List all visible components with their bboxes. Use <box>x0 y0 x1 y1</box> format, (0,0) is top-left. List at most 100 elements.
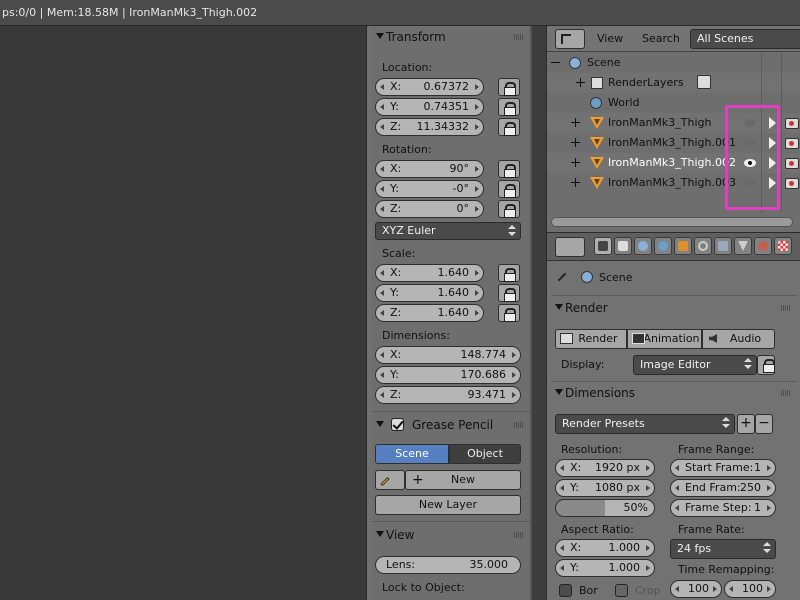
location-label: Location: <box>382 61 433 74</box>
drag-grip-icon[interactable] <box>781 305 791 311</box>
frame-step-field[interactable]: Frame Step: 1 <box>670 499 776 517</box>
crop-checkbox[interactable] <box>615 584 628 597</box>
render-presets-dropdown[interactable]: Render Presets <box>555 414 735 434</box>
collapse-triangle-icon <box>376 421 384 427</box>
aspect-y-field[interactable]: Y: 1.000 <box>555 559 655 577</box>
render-panel-header[interactable]: Render <box>551 297 797 319</box>
transform-panel-header[interactable]: Transform <box>372 26 530 48</box>
drag-grip-icon[interactable] <box>781 390 791 396</box>
expand-icon[interactable] <box>571 178 580 187</box>
view-panel-header[interactable]: View <box>372 524 530 546</box>
time-remap-new-field[interactable]: 100 <box>724 580 776 598</box>
scene-icon <box>581 271 593 283</box>
lock-location-x-icon[interactable] <box>498 78 520 96</box>
properties-header <box>547 233 800 261</box>
collapse-icon[interactable] <box>551 58 560 67</box>
grease-new-button[interactable]: + New <box>405 470 521 490</box>
scale-x-field[interactable]: X: 1.640 <box>375 264 484 282</box>
outliner-row-renderlayers[interactable]: RenderLayers <box>547 73 800 93</box>
start-frame-field[interactable]: Start Frame: 1 <box>670 459 776 477</box>
location-y-field[interactable]: Y: 0.74351 <box>375 98 484 116</box>
end-frame-field[interactable]: End Fram: 250 <box>670 479 776 497</box>
expand-icon[interactable] <box>571 158 580 167</box>
display-lock-icon[interactable] <box>757 355 775 375</box>
lens-field[interactable]: Lens: 35.000 <box>375 556 521 574</box>
rotation-y-field[interactable]: Y: -0° <box>375 180 484 198</box>
lock-rotation-z-icon[interactable] <box>498 200 520 218</box>
new-layer-button[interactable]: New Layer <box>375 495 521 515</box>
add-preset-button[interactable]: + <box>737 414 755 434</box>
editor-type-selector[interactable] <box>555 29 585 49</box>
view-menu[interactable]: View <box>597 32 623 45</box>
renderlayers-tab-icon[interactable] <box>614 237 632 255</box>
outliner-horizontal-scrollbar[interactable] <box>551 217 793 227</box>
animation-button[interactable]: Animation <box>627 329 702 349</box>
search-menu[interactable]: Search <box>642 32 680 45</box>
rotation-x-field[interactable]: X: 90° <box>375 160 484 178</box>
lock-scale-z-icon[interactable] <box>498 304 520 322</box>
expand-icon[interactable] <box>571 138 580 147</box>
rotation-z-field[interactable]: Z: 0° <box>375 200 484 218</box>
display-mode-dropdown[interactable]: All Scenes <box>690 29 800 49</box>
rotation-mode-dropdown[interactable]: XYZ Euler <box>375 222 521 240</box>
lock-location-z-icon[interactable] <box>498 118 520 136</box>
divider <box>372 521 530 522</box>
scene-tab-icon[interactable] <box>634 237 652 255</box>
material-tab-icon[interactable] <box>754 237 772 255</box>
grease-pencil-checkbox[interactable] <box>391 418 404 431</box>
mesh-object-icon <box>590 137 604 149</box>
column-divider <box>781 53 782 213</box>
expand-icon[interactable] <box>576 78 585 87</box>
lock-rotation-y-icon[interactable] <box>498 180 520 198</box>
remove-preset-button[interactable]: − <box>755 414 773 434</box>
render-camera-icon[interactable] <box>785 178 799 189</box>
lock-scale-x-icon[interactable] <box>498 264 520 282</box>
aspect-x-field[interactable]: X: 1.000 <box>555 539 655 557</box>
drag-grip-icon[interactable] <box>514 532 524 538</box>
render-camera-icon[interactable] <box>785 118 799 129</box>
dimensions-x-field[interactable]: X: 148.774 <box>375 346 521 364</box>
render-button[interactable]: Render <box>555 329 627 349</box>
drag-grip-icon[interactable] <box>514 34 524 40</box>
modifiers-tab-icon[interactable] <box>714 237 732 255</box>
texture-tab-icon[interactable] <box>774 237 792 255</box>
grease-pencil-panel-header[interactable]: Grease Pencil <box>372 414 530 436</box>
display-dropdown[interactable]: Image Editor <box>633 355 757 375</box>
grease-scene-button[interactable]: Scene <box>375 444 449 464</box>
outliner-row-scene[interactable]: Scene <box>547 53 800 73</box>
lock-rotation-x-icon[interactable] <box>498 160 520 178</box>
scale-z-field[interactable]: Z: 1.640 <box>375 304 484 322</box>
mesh-object-icon <box>590 157 604 169</box>
dimensions-panel-header[interactable]: Dimensions <box>551 382 797 404</box>
location-z-field[interactable]: Z: 11.34332 <box>375 118 484 136</box>
expand-icon[interactable] <box>571 118 580 127</box>
time-remap-old-field[interactable]: 100 <box>670 580 722 598</box>
lock-location-y-icon[interactable] <box>498 98 520 116</box>
editor-type-selector[interactable] <box>555 237 585 257</box>
dimensions-y-field[interactable]: Y: 170.686 <box>375 366 521 384</box>
audio-button[interactable]: Audio <box>702 329 775 349</box>
dimensions-z-field[interactable]: Z: 93.471 <box>375 386 521 404</box>
lock-scale-y-icon[interactable] <box>498 284 520 302</box>
dimensions-label: Dimensions: <box>382 329 450 342</box>
pin-icon[interactable] <box>557 271 567 283</box>
drag-grip-icon[interactable] <box>514 422 524 428</box>
border-checkbox[interactable] <box>559 584 572 597</box>
render-tab-icon[interactable] <box>594 237 612 255</box>
object-tab-icon[interactable] <box>674 237 692 255</box>
frame-rate-dropdown[interactable]: 24 fps <box>670 539 776 559</box>
3d-viewport[interactable] <box>0 26 366 600</box>
data-tab-icon[interactable] <box>734 237 752 255</box>
resolution-percent-slider[interactable]: 50% <box>555 499 655 517</box>
resolution-y-field[interactable]: Y: 1080 px <box>555 479 655 497</box>
resolution-x-field[interactable]: X: 1920 px <box>555 459 655 477</box>
grease-brush-selector[interactable] <box>375 470 405 490</box>
render-camera-icon[interactable] <box>785 158 799 169</box>
grease-object-button[interactable]: Object <box>449 444 521 464</box>
constraints-tab-icon[interactable] <box>694 237 712 255</box>
world-tab-icon[interactable] <box>654 237 672 255</box>
location-x-field[interactable]: X: 0.67372 <box>375 78 484 96</box>
transform-title: Transform <box>386 30 446 44</box>
render-camera-icon[interactable] <box>785 138 799 149</box>
scale-y-field[interactable]: Y: 1.640 <box>375 284 484 302</box>
